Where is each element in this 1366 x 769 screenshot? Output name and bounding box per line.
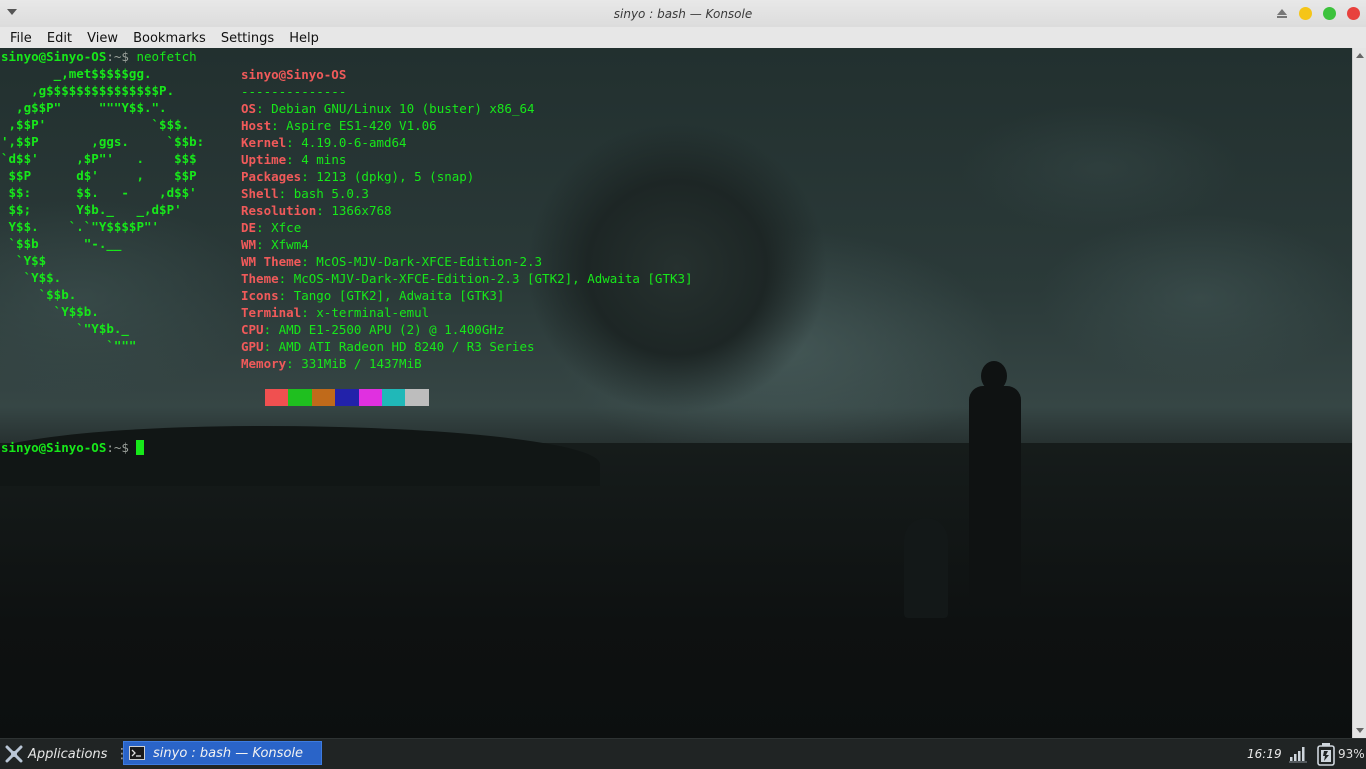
info-value: 4.19.0-6-amd64 <box>301 135 407 150</box>
info-key: WM Theme <box>241 254 302 269</box>
info-value: McOS-MJV-Dark-XFCE-Edition-2.3 [GTK2], A… <box>293 271 693 286</box>
taskbar-item-konsole[interactable]: sinyo : bash — Konsole <box>123 741 322 765</box>
menu-help[interactable]: Help <box>284 29 324 48</box>
wallpaper-ground <box>0 443 1352 738</box>
info-value: Tango [GTK2], Adwaita [GTK3] <box>293 288 505 303</box>
palette-swatch <box>358 389 382 406</box>
info-key: Theme <box>241 271 279 286</box>
network-signal-icon[interactable] <box>1288 745 1308 763</box>
wallpaper-silhouette-child <box>904 518 948 618</box>
menu-edit[interactable]: Edit <box>42 29 77 48</box>
prompt-path-2: :~$ <box>106 440 129 455</box>
command-line: sinyo@Sinyo-OS:~$ neofetch <box>1 48 197 65</box>
prompt-userhost-2: sinyo@Sinyo-OS <box>1 440 107 455</box>
info-key: Resolution <box>241 203 317 218</box>
debian-ascii-logo: _,met$$$$$gg. ,g$$$$$$$$$$$$$$$P. ,g$$P"… <box>1 66 205 353</box>
close-button[interactable] <box>1347 7 1360 20</box>
info-key: Host <box>241 118 272 133</box>
keep-above-icon[interactable] <box>1277 9 1287 18</box>
info-key: Icons <box>241 288 279 303</box>
applications-menu-button[interactable]: Applications <box>4 739 107 769</box>
battery-percentage: 93% <box>1338 747 1365 761</box>
info-value: x-terminal-emul <box>316 305 430 320</box>
prompt-path: :~$ <box>106 49 129 64</box>
applications-label: Applications <box>28 746 108 762</box>
info-key: DE <box>241 220 257 235</box>
info-value: 1366x768 <box>331 203 392 218</box>
info-value: 1213 (dpkg), 5 (snap) <box>316 169 475 184</box>
terminal-scrollbar[interactable] <box>1352 48 1366 738</box>
window-titlebar[interactable]: sinyo : bash — Konsole <box>0 0 1366 28</box>
info-value: 4 mins <box>301 152 347 167</box>
info-key: GPU <box>241 339 264 354</box>
palette-swatch <box>288 389 312 406</box>
info-value: AMD E1-2500 APU (2) @ 1.400GHz <box>278 322 505 337</box>
info-key: Terminal <box>241 305 302 320</box>
current-prompt: sinyo@Sinyo-OS:~$ <box>1 439 145 456</box>
terminal-view[interactable]: sinyo@Sinyo-OS:~$ neofetch _,met$$$$$gg.… <box>0 48 1352 738</box>
info-key: WM <box>241 237 257 252</box>
taskbar: Applications ⋮ sinyo : bash — Konsole 16… <box>0 738 1366 769</box>
maximize-button[interactable] <box>1323 7 1336 20</box>
menu-settings[interactable]: Settings <box>216 29 279 48</box>
text-cursor <box>136 440 145 455</box>
menu-file[interactable]: File <box>5 29 37 48</box>
info-value: Debian GNU/Linux 10 (buster) x86_64 <box>271 101 535 116</box>
scroll-down-arrow-icon[interactable] <box>1356 728 1364 733</box>
palette-swatch <box>335 389 359 406</box>
palette-swatch <box>405 389 429 406</box>
menu-bookmarks[interactable]: Bookmarks <box>128 29 211 48</box>
wallpaper-silhouette-body <box>969 386 1021 606</box>
window-title: sinyo : bash — Konsole <box>613 7 753 21</box>
battery-icon[interactable] <box>1315 742 1337 766</box>
palette-swatch <box>265 389 289 406</box>
info-key: Kernel <box>241 135 287 150</box>
neofetch-info: sinyo@Sinyo-OS -------------- OS: Debian… <box>241 67 693 371</box>
taskbar-item-label: sinyo : bash — Konsole <box>153 745 304 761</box>
scroll-up-arrow-icon[interactable] <box>1356 53 1364 58</box>
info-value: Aspire ES1-420 V1.06 <box>286 118 437 133</box>
clock[interactable]: 16:19 <box>1247 739 1282 769</box>
info-title: sinyo@Sinyo-OS <box>241 67 347 82</box>
info-key: CPU <box>241 322 264 337</box>
info-key: Shell <box>241 186 279 201</box>
info-value: McOS-MJV-Dark-XFCE-Edition-2.3 <box>316 254 543 269</box>
info-key: Memory <box>241 356 287 371</box>
palette-swatch <box>381 389 406 406</box>
color-palette <box>265 389 429 406</box>
info-key: OS <box>241 101 257 116</box>
info-value: AMD ATI Radeon HD 8240 / R3 Series <box>278 339 535 354</box>
info-separator: -------------- <box>241 84 347 99</box>
info-value: 331MiB / 1437MiB <box>301 356 422 371</box>
info-key: Packages <box>241 169 302 184</box>
wallpaper-hills <box>0 426 600 486</box>
command-text: neofetch <box>128 49 197 64</box>
xfce-mouse-icon <box>5 745 23 763</box>
terminal-icon <box>129 746 145 760</box>
info-value: bash 5.0.3 <box>293 186 369 201</box>
menu-view[interactable]: View <box>82 29 123 48</box>
info-value: Xfwm4 <box>271 237 309 252</box>
palette-swatch <box>311 389 336 406</box>
menubar: File Edit View Bookmarks Settings Help <box>0 27 1366 49</box>
prompt-userhost: sinyo@Sinyo-OS <box>1 49 107 64</box>
info-key: Uptime <box>241 152 287 167</box>
info-value: Xfce <box>271 220 302 235</box>
minimize-button[interactable] <box>1299 7 1312 20</box>
